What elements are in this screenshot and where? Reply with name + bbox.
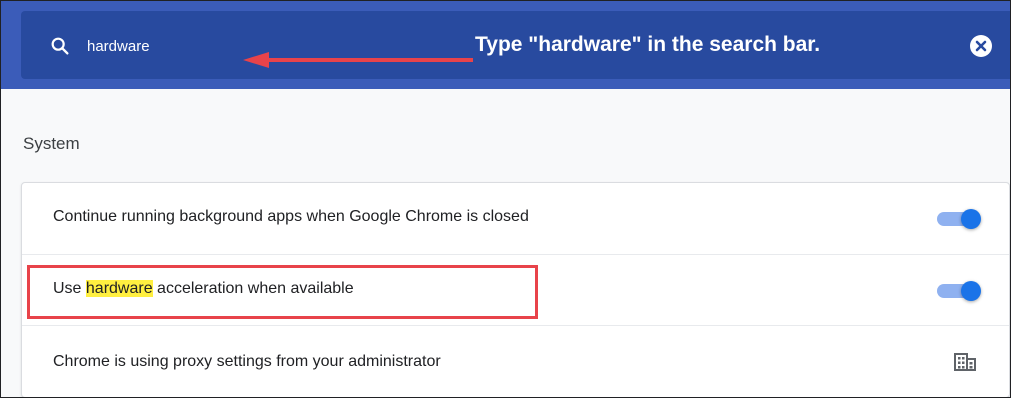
enterprise-policy-icon[interactable] <box>954 353 976 371</box>
toggle-knob <box>961 281 981 301</box>
search-icon <box>51 37 69 55</box>
label-suffix: acceleration when available <box>152 280 354 297</box>
clear-search-button[interactable] <box>970 35 992 57</box>
section-title: System <box>23 134 80 153</box>
background-apps-toggle[interactable] <box>935 209 981 229</box>
settings-header: Type "hardware" in the search bar. <box>1 1 1010 89</box>
annotation-arrow <box>243 52 473 68</box>
toggle-knob <box>961 209 981 229</box>
setting-row-hardware-acceleration: Use hardware acceleration when available <box>22 254 1009 325</box>
annotation-text: Type "hardware" in the search bar. <box>475 33 821 56</box>
search-match-highlight: hardware <box>85 280 153 297</box>
search-bar[interactable]: Type "hardware" in the search bar. <box>21 11 1010 79</box>
search-input[interactable] <box>87 34 227 58</box>
close-circle-icon <box>975 40 987 52</box>
setting-label: Continue running background apps when Go… <box>53 208 529 225</box>
setting-label: Use hardware acceleration when available <box>53 280 354 298</box>
setting-row-background-apps: Continue running background apps when Go… <box>22 183 1009 253</box>
settings-window: Type "hardware" in the search bar. Syste… <box>0 0 1011 398</box>
label-prefix: Use <box>53 280 86 297</box>
hardware-acceleration-toggle[interactable] <box>935 281 981 301</box>
settings-card: Continue running background apps when Go… <box>21 182 1010 397</box>
setting-label: Chrome is using proxy settings from your… <box>53 353 441 370</box>
setting-row-proxy[interactable]: Chrome is using proxy settings from your… <box>22 325 1009 397</box>
